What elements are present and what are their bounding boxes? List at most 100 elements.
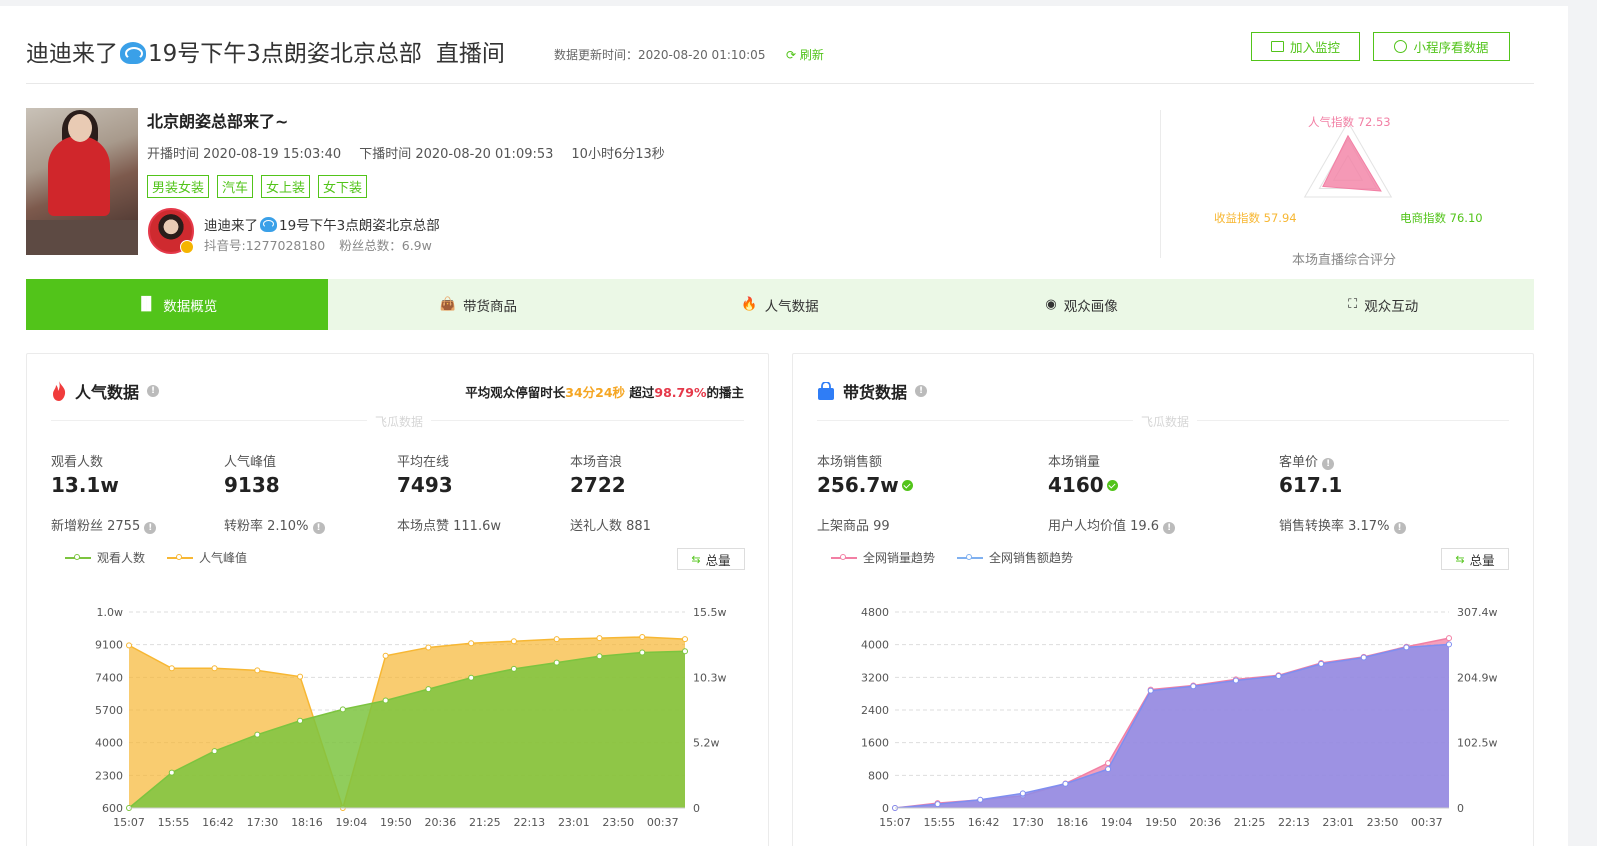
- anchor-name[interactable]: 迪迪来了 19号下午3点朗姿北京总部: [204, 214, 440, 234]
- stat-sub: 用户人均价值 19.6 !: [1048, 515, 1176, 534]
- tab-products[interactable]: 👜 带货商品: [328, 279, 630, 330]
- stat-value: 617.1: [1279, 473, 1343, 497]
- series-area: [895, 644, 1449, 808]
- room-label: 直播间: [435, 41, 505, 67]
- data-point: [297, 717, 304, 724]
- data-point: [1147, 687, 1154, 694]
- x-tick-label: 21:25: [469, 816, 501, 829]
- tag[interactable]: 女下装: [318, 175, 368, 198]
- legend-item[interactable]: 全网销量趋势: [831, 549, 935, 566]
- popularity-chart: 600 2300 4000 5700 7400 9100 1.0w 0 5.2w 10.3w 15.…: [95, 606, 727, 829]
- watermark: 飞瓜数据: [367, 413, 432, 430]
- data-point: [639, 634, 646, 641]
- avg-stay-summary: 平均观众停留时长34分24秒 超过98.79%的播主: [465, 385, 744, 400]
- stat-sub: 新增粉丝 2755 !: [51, 515, 157, 534]
- legend-item[interactable]: 全网销售额趋势: [957, 549, 1073, 566]
- info-icon[interactable]: !: [1163, 522, 1176, 534]
- data-point: [297, 673, 304, 680]
- x-tick-label: 00:37: [647, 816, 679, 829]
- x-tick-label: 15:55: [923, 816, 955, 829]
- stat-sub: 销售转换率 3.17% !: [1279, 515, 1406, 534]
- tab-overview[interactable]: ▐▌ 数据概览: [26, 279, 328, 330]
- info-icon[interactable]: !: [312, 522, 325, 534]
- data-point: [510, 638, 517, 645]
- stat-label: 人气峰值: [224, 455, 277, 470]
- x-tick-label: 15:07: [879, 816, 911, 829]
- data-point: [211, 748, 218, 755]
- x-tick-label: 16:42: [968, 816, 1000, 829]
- data-point: [425, 686, 432, 693]
- x-tick-label: 16:42: [202, 816, 234, 829]
- radar-label-ecommerce: 电商指数 76.10: [1400, 211, 1483, 225]
- refresh-link[interactable]: ⟳ 刷新: [786, 46, 824, 63]
- radar-label-revenue: 收益指数 57.94: [1214, 211, 1297, 225]
- verified-check-icon: [1106, 480, 1118, 491]
- y-tick-label: 2300: [95, 769, 123, 782]
- data-point: [254, 667, 261, 674]
- data-point: [682, 636, 688, 643]
- data-point: [168, 665, 175, 672]
- tab-audience-interaction[interactable]: ⛶ 观众互动: [1232, 279, 1534, 330]
- x-tick-label: 22:13: [1278, 816, 1310, 829]
- data-point: [1446, 641, 1452, 648]
- tab-popularity[interactable]: 🔥 人气数据: [629, 279, 931, 330]
- legend-item[interactable]: 观看人数: [65, 549, 145, 566]
- tag[interactable]: 男装女装: [147, 175, 210, 198]
- miniapp-data-button[interactable]: 小程序看数据: [1373, 32, 1510, 61]
- y2-tick-label: 0: [1457, 802, 1464, 815]
- y2-tick-label: 0: [693, 802, 700, 815]
- data-point: [382, 697, 389, 704]
- duration: 10小时6分13秒: [571, 147, 665, 162]
- sales-title: 带货数据!: [817, 379, 928, 403]
- y-tick-label: 9100: [95, 639, 123, 652]
- switch-icon: ⇆: [1455, 552, 1465, 566]
- x-tick-label: 15:55: [158, 816, 190, 829]
- legend-item[interactable]: 人气峰值: [167, 549, 247, 566]
- y-tick-label: 1.0w: [97, 606, 124, 619]
- info-icon[interactable]: !: [1393, 522, 1406, 534]
- add-monitor-button[interactable]: 加入监控: [1251, 32, 1360, 61]
- stat-value: 13.1w: [51, 473, 119, 497]
- data-point: [596, 635, 603, 642]
- flame-icon: 🔥: [741, 297, 758, 312]
- x-tick-label: 17:30: [247, 816, 279, 829]
- info-icon[interactable]: !: [1322, 458, 1335, 470]
- tag[interactable]: 汽车: [217, 175, 254, 198]
- total-toggle-button[interactable]: ⇆ 总量: [677, 548, 745, 570]
- y2-tick-label: 307.4w: [1457, 606, 1498, 619]
- stat-label: 本场音浪: [570, 455, 623, 470]
- data-point: [977, 796, 984, 803]
- info-icon[interactable]: !: [147, 385, 160, 397]
- verified-check-icon: [901, 480, 913, 491]
- total-toggle-button[interactable]: ⇆ 总量: [1441, 548, 1509, 570]
- tab-audience-profile[interactable]: ◉ 观众画像: [931, 279, 1233, 330]
- x-tick-label: 19:04: [336, 816, 368, 829]
- data-point: [639, 649, 646, 656]
- info-icon[interactable]: !: [915, 385, 928, 397]
- stat-value: 9138: [224, 473, 280, 497]
- pulse-icon: ◉: [1045, 297, 1057, 312]
- tag[interactable]: 女上装: [261, 175, 311, 198]
- legend-marker-icon: [831, 553, 857, 560]
- x-tick-label: 00:37: [1411, 816, 1443, 829]
- miniapp-icon: [1394, 40, 1408, 53]
- x-tick-label: 20:36: [1189, 816, 1221, 829]
- data-point: [468, 674, 475, 681]
- y2-tick-label: 15.5w: [693, 606, 727, 619]
- watermark: 飞瓜数据: [1133, 413, 1198, 430]
- x-tick-label: 20:36: [425, 816, 457, 829]
- stat-value: 7493: [397, 473, 453, 497]
- wave-emoji-icon: [260, 217, 277, 232]
- nav-tabs: ▐▌ 数据概览 👜 带货商品 🔥 人气数据 ◉ 观众画像 ⛶ 观众互动: [26, 279, 1534, 330]
- info-icon[interactable]: !: [144, 522, 157, 534]
- y-tick-label: 1600: [861, 737, 889, 750]
- x-tick-label: 17:30: [1012, 816, 1044, 829]
- verified-badge-icon: [180, 240, 194, 254]
- data-point: [468, 640, 475, 647]
- x-tick-label: 15:07: [113, 816, 145, 829]
- data-point: [553, 636, 560, 643]
- live-cover-image[interactable]: [26, 108, 138, 255]
- y2-tick-label: 5.2w: [693, 737, 720, 750]
- y-tick-label: 7400: [95, 671, 123, 684]
- douyin-id: 抖音号:1277028180: [204, 238, 326, 253]
